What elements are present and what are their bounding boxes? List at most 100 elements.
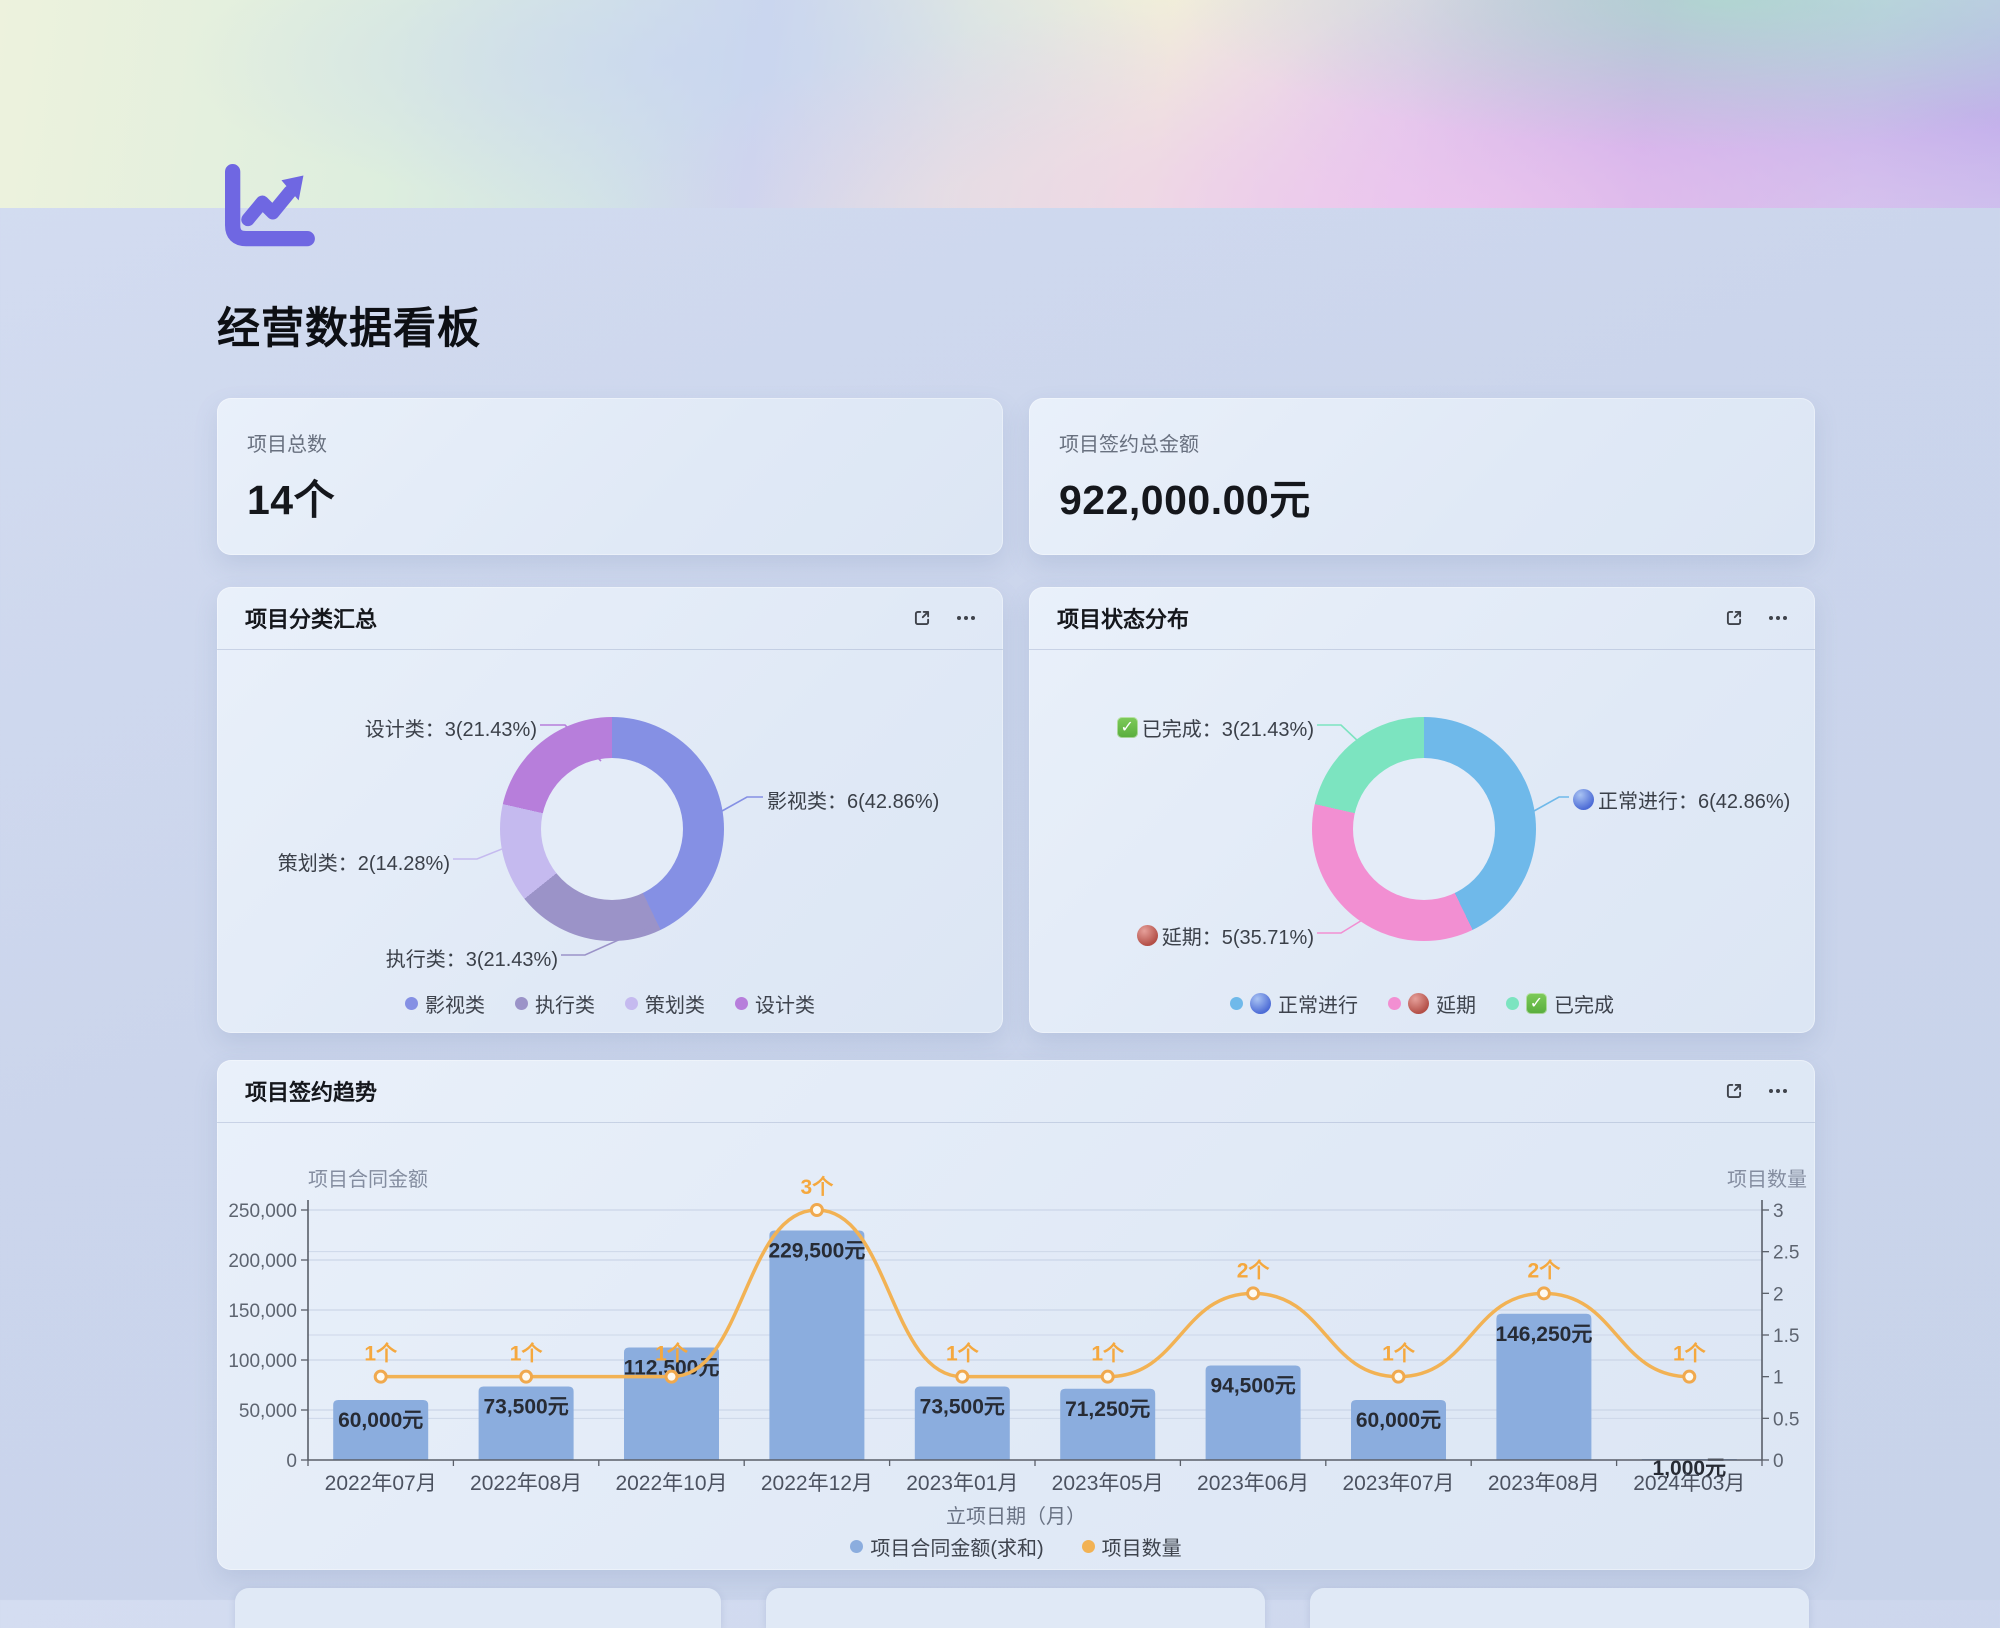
card-title: 项目状态分布	[1057, 602, 1723, 634]
pie-callout-normal: 正常进行：6(42.86%)	[1573, 785, 1790, 814]
stat-value: 14个	[247, 466, 973, 526]
legend-item[interactable]: 执行类	[515, 989, 595, 1018]
svg-text:3个: 3个	[801, 1176, 835, 1199]
svg-text:2个: 2个	[1237, 1259, 1271, 1282]
svg-text:1个: 1个	[946, 1343, 980, 1366]
card-header: 项目状态分布	[1029, 587, 1815, 649]
svg-text:100,000: 100,000	[228, 1351, 297, 1372]
svg-text:150,000: 150,000	[228, 1301, 297, 1322]
svg-text:1: 1	[1773, 1368, 1784, 1389]
svg-text:2023年08月: 2023年08月	[1488, 1472, 1600, 1495]
expand-icon[interactable]	[1723, 1080, 1745, 1102]
donut-hole	[1353, 758, 1495, 900]
svg-text:项目合同金额: 项目合同金额	[308, 1168, 428, 1191]
svg-text:0: 0	[1773, 1451, 1784, 1472]
svg-text:1.5: 1.5	[1773, 1326, 1799, 1347]
svg-text:50,000: 50,000	[239, 1401, 297, 1422]
more-icon[interactable]	[1767, 1080, 1789, 1102]
card-title: 项目签约趋势	[245, 1075, 1723, 1107]
card-header: 项目签约趋势	[217, 1060, 1815, 1122]
stub-card	[235, 1588, 721, 1628]
pie-legend: 正常进行 延期 已完成	[1029, 989, 1815, 1018]
svg-text:60,000元: 60,000元	[1356, 1409, 1441, 1432]
divider	[1029, 649, 1815, 650]
svg-text:2023年07月: 2023年07月	[1342, 1472, 1454, 1495]
svg-text:2023年05月: 2023年05月	[1052, 1472, 1164, 1495]
category-donut-chart[interactable]	[500, 717, 724, 941]
svg-text:2022年12月: 2022年12月	[761, 1472, 873, 1495]
svg-text:0.5: 0.5	[1773, 1409, 1799, 1430]
svg-text:2个: 2个	[1528, 1259, 1562, 1282]
red-circle-emoji	[1137, 925, 1158, 946]
legend-item[interactable]: 策划类	[625, 989, 705, 1018]
stat-card-total-projects: 项目总数 14个	[217, 398, 1003, 555]
dashboard-page: 经营数据看板 项目总数 14个 项目签约总金额 922,000.00元 项目分类…	[0, 0, 2000, 1600]
stat-label: 项目总数	[247, 428, 973, 457]
expand-icon[interactable]	[1723, 607, 1745, 629]
svg-text:71,250元: 71,250元	[1065, 1398, 1150, 1421]
status-pie-card: 项目状态分布 正常进行：6(42.86%) 延期：5(35.71%) 已完成：	[1029, 587, 1815, 1033]
svg-text:73,500元: 73,500元	[483, 1396, 568, 1419]
blue-circle-emoji	[1250, 993, 1271, 1014]
legend-item[interactable]: 项目合同金额(求和)	[850, 1532, 1043, 1561]
expand-icon[interactable]	[911, 607, 933, 629]
svg-text:250,000: 250,000	[228, 1201, 297, 1222]
legend-item[interactable]: 已完成	[1506, 989, 1614, 1018]
svg-text:1个: 1个	[510, 1343, 544, 1366]
pie-callout-delayed: 延期：5(35.71%)	[1137, 921, 1314, 950]
check-emoji	[1117, 717, 1138, 738]
legend-item[interactable]: 项目数量	[1082, 1532, 1182, 1561]
stat-value: 922,000.00元	[1059, 466, 1785, 526]
trend-chart-canvas[interactable]: 项目合同金额项目数量60,000元73,500元112,500元229,500元…	[217, 1160, 1815, 1505]
stat-card-total-amount: 项目签约总金额 922,000.00元	[1029, 398, 1815, 555]
page-title: 经营数据看板	[217, 294, 481, 356]
svg-text:2024年03月: 2024年03月	[1633, 1472, 1745, 1495]
svg-text:3: 3	[1773, 1201, 1784, 1222]
svg-text:60,000元: 60,000元	[338, 1409, 423, 1432]
check-emoji	[1526, 993, 1547, 1014]
card-title: 项目分类汇总	[245, 602, 911, 634]
x-axis-title: 立项日期（月）	[217, 1500, 1815, 1529]
card-header: 项目分类汇总	[217, 587, 1003, 649]
more-icon[interactable]	[955, 607, 977, 629]
svg-text:200,000: 200,000	[228, 1251, 297, 1272]
svg-text:2023年01月: 2023年01月	[906, 1472, 1018, 1495]
donut-hole	[541, 758, 683, 900]
svg-text:73,500元: 73,500元	[920, 1396, 1005, 1419]
stub-card	[1310, 1588, 1809, 1628]
stat-label: 项目签约总金额	[1059, 428, 1785, 457]
stats-row: 项目总数 14个 项目签约总金额 922,000.00元	[217, 398, 1815, 555]
svg-text:项目数量: 项目数量	[1727, 1168, 1807, 1191]
trend-legend: 项目合同金额(求和) 项目数量	[217, 1532, 1815, 1561]
legend-item[interactable]: 正常进行	[1230, 989, 1358, 1018]
svg-text:1个: 1个	[364, 1343, 398, 1366]
legend-item[interactable]: 延期	[1388, 989, 1476, 1018]
pie-callout-sheji: 设计类：3(21.43%)	[365, 713, 537, 742]
svg-text:2: 2	[1773, 1284, 1784, 1305]
trend-card: 项目签约趋势 项目合同金额项目数量60,000元73,500元112,500元2…	[217, 1060, 1815, 1570]
blue-circle-emoji	[1573, 789, 1594, 810]
pie-legend: 影视类 执行类 策划类 设计类	[217, 989, 1003, 1018]
red-circle-emoji	[1408, 993, 1429, 1014]
svg-text:2023年06月: 2023年06月	[1197, 1472, 1309, 1495]
legend-item[interactable]: 设计类	[735, 989, 815, 1018]
svg-text:146,250元: 146,250元	[1495, 1323, 1592, 1346]
stub-card	[766, 1588, 1265, 1628]
pie-callout-done: 已完成：3(21.43%)	[1117, 713, 1314, 742]
svg-text:1个: 1个	[1673, 1343, 1707, 1366]
svg-text:94,500元: 94,500元	[1210, 1375, 1295, 1398]
svg-text:229,500元: 229,500元	[768, 1240, 865, 1263]
more-icon[interactable]	[1767, 607, 1789, 629]
legend-item[interactable]: 影视类	[405, 989, 485, 1018]
line-chart-icon	[220, 164, 318, 252]
category-pie-card: 项目分类汇总 影视类：6(42.86%) 执行类：3(21.43%)	[217, 587, 1003, 1033]
status-donut-chart[interactable]	[1312, 717, 1536, 941]
svg-text:1个: 1个	[1382, 1343, 1416, 1366]
svg-text:1个: 1个	[1091, 1343, 1125, 1366]
svg-text:2022年07月: 2022年07月	[325, 1472, 437, 1495]
divider	[217, 649, 1003, 650]
svg-text:0: 0	[286, 1451, 297, 1472]
donut-row: 项目分类汇总 影视类：6(42.86%) 执行类：3(21.43%)	[217, 587, 1815, 1033]
svg-text:2022年10月: 2022年10月	[615, 1472, 727, 1495]
svg-text:2.5: 2.5	[1773, 1243, 1799, 1264]
